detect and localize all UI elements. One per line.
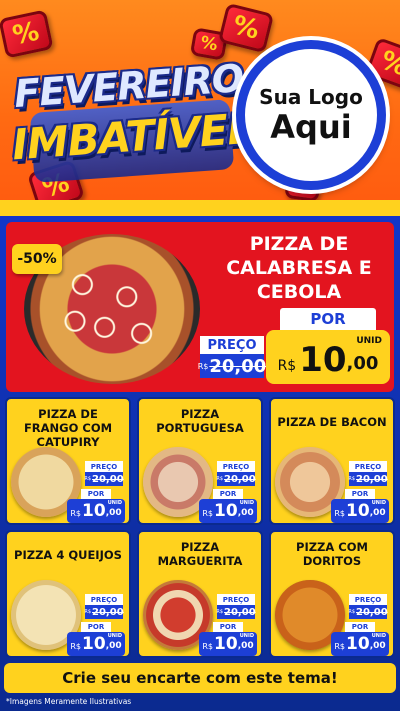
currency: R$: [334, 509, 346, 518]
preco-label: PREÇO: [85, 461, 123, 472]
old-price-value: 20,00: [92, 473, 124, 485]
unit-label: UNID: [371, 500, 386, 506]
product-card: PIZZA 4 QUEIJOS PREÇO R$ 20,00 POR UNID R$…: [5, 530, 131, 658]
unit-label: UNID: [107, 500, 122, 506]
product-name: PIZZA DE FRANGO COM CATUPIRY: [23, 407, 113, 449]
currency: R$: [202, 642, 214, 651]
old-price: R$ 20,00: [348, 472, 388, 486]
price: UNID R$ 10,00: [67, 632, 125, 656]
percent-tag-icon: %: [0, 9, 54, 59]
price-integer: 10: [82, 634, 106, 654]
old-currency: R$: [348, 476, 356, 482]
percent-tag-icon: %: [217, 2, 275, 54]
price-integer: 10: [346, 501, 370, 521]
price-integer: 10: [299, 340, 347, 380]
price-decimal: ,00: [369, 508, 386, 518]
price-integer: 10: [214, 501, 238, 521]
product-card: PIZZA DE FRANGO COM CATUPIRY PREÇO R$ 20,…: [5, 397, 131, 525]
old-price: R$ 20,00: [84, 472, 124, 486]
unit-label: UNID: [107, 633, 122, 639]
price-integer: 10: [82, 501, 106, 521]
header-divider: [0, 200, 400, 216]
old-price-value: 20,00: [224, 473, 256, 485]
logo-text-line-2: Aqui: [270, 108, 352, 146]
unit-label: UNID: [239, 633, 254, 639]
discount-badge: -50%: [12, 244, 62, 274]
old-currency: R$: [84, 476, 92, 482]
price-decimal: ,00: [346, 353, 379, 374]
product-card: PIZZA MARGUERITA PREÇO R$ 20,00 POR UNID R…: [137, 530, 263, 658]
price: UNID R$ 10,00: [199, 499, 257, 523]
old-price-value: 20,00: [209, 355, 267, 377]
preco-label: PREÇO: [85, 594, 123, 605]
old-price-value: 20,00: [224, 606, 256, 618]
unit-label: UNID: [371, 633, 386, 639]
logo-placeholder: Sua Logo Aqui: [236, 40, 386, 190]
disclaimer-text: *Imagens Meramente Ilustrativas: [6, 697, 132, 706]
price-integer: 10: [346, 634, 370, 654]
preco-label: PREÇO: [349, 461, 387, 472]
featured-price: UNID R$ 10 ,00: [266, 330, 390, 384]
price: UNID R$ 10,00: [67, 499, 125, 523]
por-label: POR: [345, 622, 375, 632]
product-card: PIZZA PORTUGUESA PREÇO R$ 20,00 POR UNID R…: [137, 397, 263, 525]
price-decimal: ,00: [237, 641, 254, 651]
por-label: POR: [213, 489, 243, 499]
currency: R$: [277, 358, 297, 374]
old-price: R$ 20,00: [84, 605, 124, 619]
old-price-value: 20,00: [92, 606, 124, 618]
product-name: PIZZA MARGUERITA: [157, 540, 243, 568]
unit-label: UNID: [356, 336, 382, 346]
preco-label: PREÇO: [349, 594, 387, 605]
product-name: PIZZA COM DORITOS: [296, 540, 368, 568]
price-decimal: ,00: [105, 641, 122, 651]
currency: R$: [334, 642, 346, 651]
por-label: POR: [81, 622, 111, 632]
product-card: PIZZA COM DORITOS PREÇO R$ 20,00 POR UNID…: [269, 530, 395, 658]
old-price-value: 20,00: [356, 606, 388, 618]
product-name: PIZZA 4 QUEIJOS: [14, 548, 122, 562]
price-decimal: ,00: [237, 508, 254, 518]
por-label: POR: [345, 489, 375, 499]
old-currency: R$: [348, 609, 356, 615]
logo-text-line-1: Sua Logo: [259, 85, 363, 109]
currency: R$: [202, 509, 214, 518]
old-price: R$ 20,00: [348, 605, 388, 619]
preco-label: PREÇO: [217, 594, 255, 605]
cta-banner[interactable]: Crie seu encarte com este tema!: [4, 663, 396, 693]
featured-por-label: POR: [280, 308, 376, 330]
por-label: POR: [81, 489, 111, 499]
price-decimal: ,00: [105, 508, 122, 518]
old-currency: R$: [216, 609, 224, 615]
price: UNID R$ 10,00: [331, 499, 389, 523]
old-currency: R$: [216, 476, 224, 482]
featured-old-price: R$ 20,00: [197, 354, 267, 378]
featured-product-name: PIZZA DE CALABRESA E CEBOLA: [226, 233, 372, 303]
featured-preco-label: PREÇO: [200, 336, 264, 354]
old-price-value: 20,00: [356, 473, 388, 485]
old-currency: R$: [84, 609, 92, 615]
unit-label: UNID: [239, 500, 254, 506]
old-price: R$ 20,00: [216, 472, 256, 486]
price-decimal: ,00: [369, 641, 386, 651]
header-banner: % % % % % % FEVEREIRO IMBATÍVEL Sua Logo…: [0, 0, 400, 215]
product-name: PIZZA DE BACON: [277, 415, 387, 429]
promo-title: FEVEREIRO IMBATÍVEL: [6, 56, 255, 183]
old-currency: R$: [197, 361, 209, 371]
old-price: R$ 20,00: [216, 605, 256, 619]
product-name: PIZZA PORTUGUESA: [156, 407, 244, 435]
currency: R$: [70, 509, 82, 518]
preco-label: PREÇO: [217, 461, 255, 472]
currency: R$: [70, 642, 82, 651]
price: UNID R$ 10,00: [199, 632, 257, 656]
product-card: PIZZA DE BACON PREÇO R$ 20,00 POR UNID R$ 1…: [269, 397, 395, 525]
por-label: POR: [213, 622, 243, 632]
price: UNID R$ 10,00: [331, 632, 389, 656]
price-integer: 10: [214, 634, 238, 654]
